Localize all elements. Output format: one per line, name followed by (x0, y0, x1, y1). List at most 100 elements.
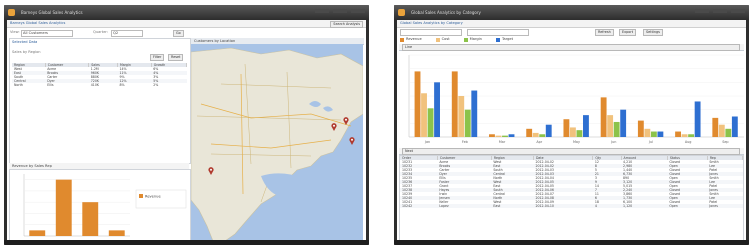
export-button[interactable]: Export (619, 28, 637, 36)
transactions-table: Order Customer Region Date Qty Amount St… (400, 156, 743, 208)
bar[interactable] (688, 134, 695, 137)
table-cell: 2% (153, 83, 159, 87)
bar[interactable] (526, 128, 533, 137)
bar[interactable] (607, 115, 614, 137)
legend-item[interactable]: Margin (463, 37, 482, 42)
view-select[interactable]: All Customers (21, 29, 73, 37)
bar[interactable] (495, 135, 502, 137)
legend-swatch (139, 194, 143, 198)
map-pin-icon[interactable] (208, 160, 214, 175)
table-row[interactable]: North Ellis 410K 8% 2% (12, 83, 187, 87)
bar[interactable] (29, 230, 46, 236)
customer-map[interactable] (191, 44, 363, 241)
settings-button[interactable]: Settings (643, 28, 663, 36)
status-bar (394, 240, 749, 245)
filter-button[interactable]: Filter (150, 54, 165, 61)
table-cell: 2012-04-10 (533, 204, 593, 208)
revenue-bar-chart: Revenue (23, 174, 187, 237)
next-page-button[interactable]: Next (402, 148, 740, 155)
sales-trend-chart: Jan Feb Mar Apr May Jun Jul Aug Sep (408, 54, 744, 144)
reset-button[interactable]: Reset (168, 54, 184, 61)
trend-chart-panel: Jan Feb Mar Apr May Jun Jul Aug Sep (399, 51, 744, 146)
bar[interactable] (718, 124, 725, 137)
bar[interactable] (613, 121, 620, 137)
bar[interactable] (583, 115, 589, 137)
app-title: Global Sales Analytics by Category (400, 21, 463, 25)
refresh-button[interactable]: Refresh (595, 28, 614, 36)
bar[interactable] (644, 128, 651, 137)
bar[interactable] (694, 101, 701, 137)
x-tick-label: Jun (610, 140, 616, 144)
bar[interactable] (458, 96, 465, 137)
bar[interactable] (681, 134, 688, 137)
bar[interactable] (600, 97, 607, 137)
bar[interactable] (427, 108, 434, 137)
quarter-select[interactable]: Q2 (111, 29, 143, 37)
x-tick-label: Apr (536, 140, 542, 144)
tray-icon (731, 9, 745, 13)
table-row[interactable]: 10242 Lopez East 2012-04-10 4 1,120 Open Jones (400, 204, 743, 208)
table-cell: 1,120 (621, 204, 668, 208)
search-analysis-button[interactable]: Search Analysis (330, 20, 363, 28)
quarter-select-value: Q2 (113, 30, 119, 35)
x-tick-label: Jul (648, 140, 653, 144)
bar[interactable] (414, 71, 421, 137)
table-cell: Jones (707, 204, 743, 208)
region-table: Region Customer Sales Margin Growth West… (12, 63, 188, 87)
bar[interactable] (108, 230, 125, 236)
tray-icon (713, 9, 727, 13)
bar[interactable] (508, 134, 515, 137)
bar[interactable] (545, 124, 552, 137)
bar[interactable] (451, 71, 458, 137)
app-icon (398, 8, 405, 16)
bar[interactable] (539, 134, 546, 137)
legend-swatch (400, 37, 404, 42)
bar[interactable] (620, 109, 627, 137)
bar[interactable] (563, 119, 570, 137)
legend-swatch (463, 37, 468, 42)
map-pin-icon[interactable] (343, 110, 349, 125)
app-header: Global Sales Analytics by Category (397, 20, 746, 28)
bar[interactable] (569, 127, 576, 137)
tray-icons (695, 9, 745, 13)
filter-input[interactable] (467, 28, 529, 36)
go-button[interactable]: Go (173, 29, 184, 37)
bar[interactable] (657, 131, 664, 137)
app-page: Barneys Global Sales Analytics Search An… (7, 20, 366, 243)
line-view-button[interactable]: Line (402, 44, 740, 51)
toolbar: View: All Customers Quarter: Q2 Go (7, 29, 366, 37)
legend-item[interactable]: Cost (435, 37, 450, 42)
bar[interactable] (464, 109, 471, 137)
map-panel-title: Customers by Location (194, 39, 236, 43)
view-select-value: All Customers (23, 30, 48, 35)
bar[interactable] (532, 132, 539, 137)
table-cell: Ellis (47, 83, 54, 87)
app-page: Global Sales Analytics by Category Refre… (397, 20, 746, 242)
bar[interactable] (731, 116, 738, 138)
bar[interactable] (421, 93, 427, 137)
table-panel-header: Transactions Prev Next (399, 148, 744, 155)
bar[interactable] (434, 82, 440, 137)
search-input[interactable] (400, 28, 462, 36)
bar[interactable] (725, 128, 732, 137)
legend-label: Target (501, 37, 514, 42)
bar[interactable] (650, 131, 657, 137)
bar[interactable] (637, 120, 644, 137)
bar[interactable] (55, 179, 72, 236)
bar[interactable] (576, 130, 583, 137)
tray-icon (333, 9, 347, 13)
legend-item[interactable]: Target (495, 37, 514, 42)
bar[interactable] (675, 131, 682, 137)
map-pin-icon[interactable] (349, 130, 355, 145)
bar[interactable] (502, 135, 508, 137)
map-pin-icon[interactable] (331, 116, 337, 131)
bar[interactable] (471, 90, 478, 137)
legend-item[interactable]: Revenue (400, 37, 422, 42)
bar[interactable] (712, 117, 719, 137)
bar[interactable] (489, 134, 495, 137)
tray-icons (315, 9, 365, 13)
x-tick-label: Mar (499, 140, 506, 144)
table-cell: Open (667, 204, 708, 208)
bar[interactable] (82, 202, 99, 236)
table-cell: 8% (119, 83, 125, 87)
